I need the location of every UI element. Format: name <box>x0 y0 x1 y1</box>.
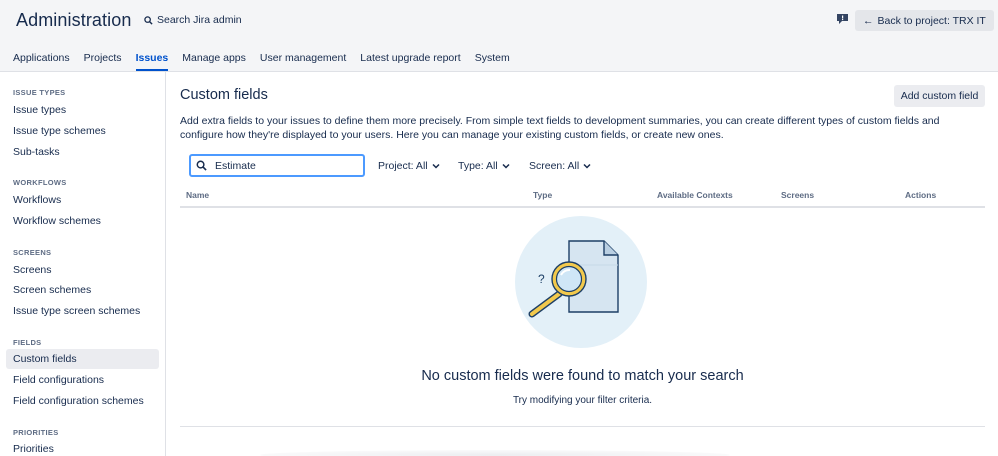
search-jira-admin-link[interactable]: Search Jira admin <box>144 14 242 26</box>
chevron-down-icon <box>502 163 510 169</box>
search-icon <box>144 15 153 25</box>
sidebar-item-field-configuration-schemes[interactable]: Field configuration schemes <box>6 391 159 411</box>
screen-filter[interactable]: Screen: All <box>529 160 591 172</box>
project-filter-label: Project: All <box>378 160 428 172</box>
chevron-down-icon <box>432 163 440 169</box>
sidebar-item-custom-fields[interactable]: Custom fields <box>6 349 159 369</box>
sidebar-item-issue-type-schemes[interactable]: Issue type schemes <box>6 121 159 141</box>
sidebar-item-workflows[interactable]: Workflows <box>6 190 159 210</box>
sidebar-item-priorities[interactable]: Priorities <box>6 439 159 456</box>
project-filter[interactable]: Project: All <box>378 160 440 172</box>
sidebar-item-sub-tasks[interactable]: Sub-tasks <box>6 142 159 162</box>
sidebar-section-screens: SCREENS <box>13 248 52 257</box>
footer-shadow <box>260 450 730 456</box>
admin-tabs: Applications Projects Issues Manage apps… <box>13 52 524 71</box>
type-filter[interactable]: Type: All <box>458 160 510 172</box>
sidebar-item-workflow-schemes[interactable]: Workflow schemes <box>6 211 159 231</box>
page-description: Add extra fields to your issues to defin… <box>180 115 940 141</box>
page-title: Custom fields <box>180 87 268 103</box>
tab-projects[interactable]: Projects <box>84 52 122 71</box>
custom-field-search-input[interactable] <box>215 159 355 172</box>
arrow-left-icon: ← <box>863 14 874 27</box>
sidebar-item-issue-type-screen-schemes[interactable]: Issue type screen schemes <box>6 301 159 321</box>
column-header-name[interactable]: Name <box>186 190 209 200</box>
search-icon <box>196 160 207 171</box>
column-header-type: Type <box>533 190 553 200</box>
screen-filter-label: Screen: All <box>529 160 580 172</box>
empty-state-title: No custom fields were found to match you… <box>421 368 744 384</box>
feedback-icon[interactable] <box>836 13 849 25</box>
tab-system[interactable]: System <box>475 52 510 71</box>
custom-field-search-box[interactable] <box>189 154 365 177</box>
search-jira-admin-label: Search Jira admin <box>157 14 242 26</box>
sidebar-section-issue-types: ISSUE TYPES <box>13 88 66 97</box>
empty-state-subtitle: Try modifying your filter criteria. <box>512 395 653 406</box>
admin-title: Administration <box>16 10 132 30</box>
tab-manage-apps[interactable]: Manage apps <box>182 52 246 71</box>
table-footer-divider <box>180 426 985 427</box>
back-to-project-label: Back to project: TRX IT <box>877 14 986 27</box>
sidebar-section-workflows: WORKFLOWS <box>13 178 67 187</box>
sidebar-item-issue-types[interactable]: Issue types <box>6 100 159 120</box>
admin-header: Administration Search Jira admin ← Back … <box>0 0 998 72</box>
table-header-divider <box>180 206 985 208</box>
svg-text:?: ? <box>538 272 545 286</box>
sidebar-item-screens[interactable]: Screens <box>6 260 159 280</box>
tab-user-management[interactable]: User management <box>260 52 346 71</box>
tab-applications[interactable]: Applications <box>13 52 70 71</box>
sidebar-item-screen-schemes[interactable]: Screen schemes <box>6 280 159 300</box>
back-to-project-button[interactable]: ← Back to project: TRX IT <box>855 10 994 31</box>
column-header-actions: Actions <box>905 190 937 200</box>
magnifying-glass-document-icon: ? <box>515 216 647 348</box>
tab-issues[interactable]: Issues <box>135 52 169 71</box>
sidebar-section-priorities: PRIORITIES <box>13 428 59 437</box>
column-header-screens: Screens <box>781 190 815 200</box>
add-custom-field-button[interactable]: Add custom field <box>894 85 985 107</box>
tab-latest-upgrade-report[interactable]: Latest upgrade report <box>360 52 460 71</box>
sidebar: ISSUE TYPES Issue types Issue type schem… <box>0 72 166 456</box>
type-filter-label: Type: All <box>458 160 498 172</box>
column-header-available-contexts: Available Contexts <box>657 190 733 200</box>
chevron-down-icon <box>583 163 591 169</box>
sidebar-item-field-configurations[interactable]: Field configurations <box>6 370 159 390</box>
sidebar-section-fields: FIELDS <box>13 338 42 347</box>
